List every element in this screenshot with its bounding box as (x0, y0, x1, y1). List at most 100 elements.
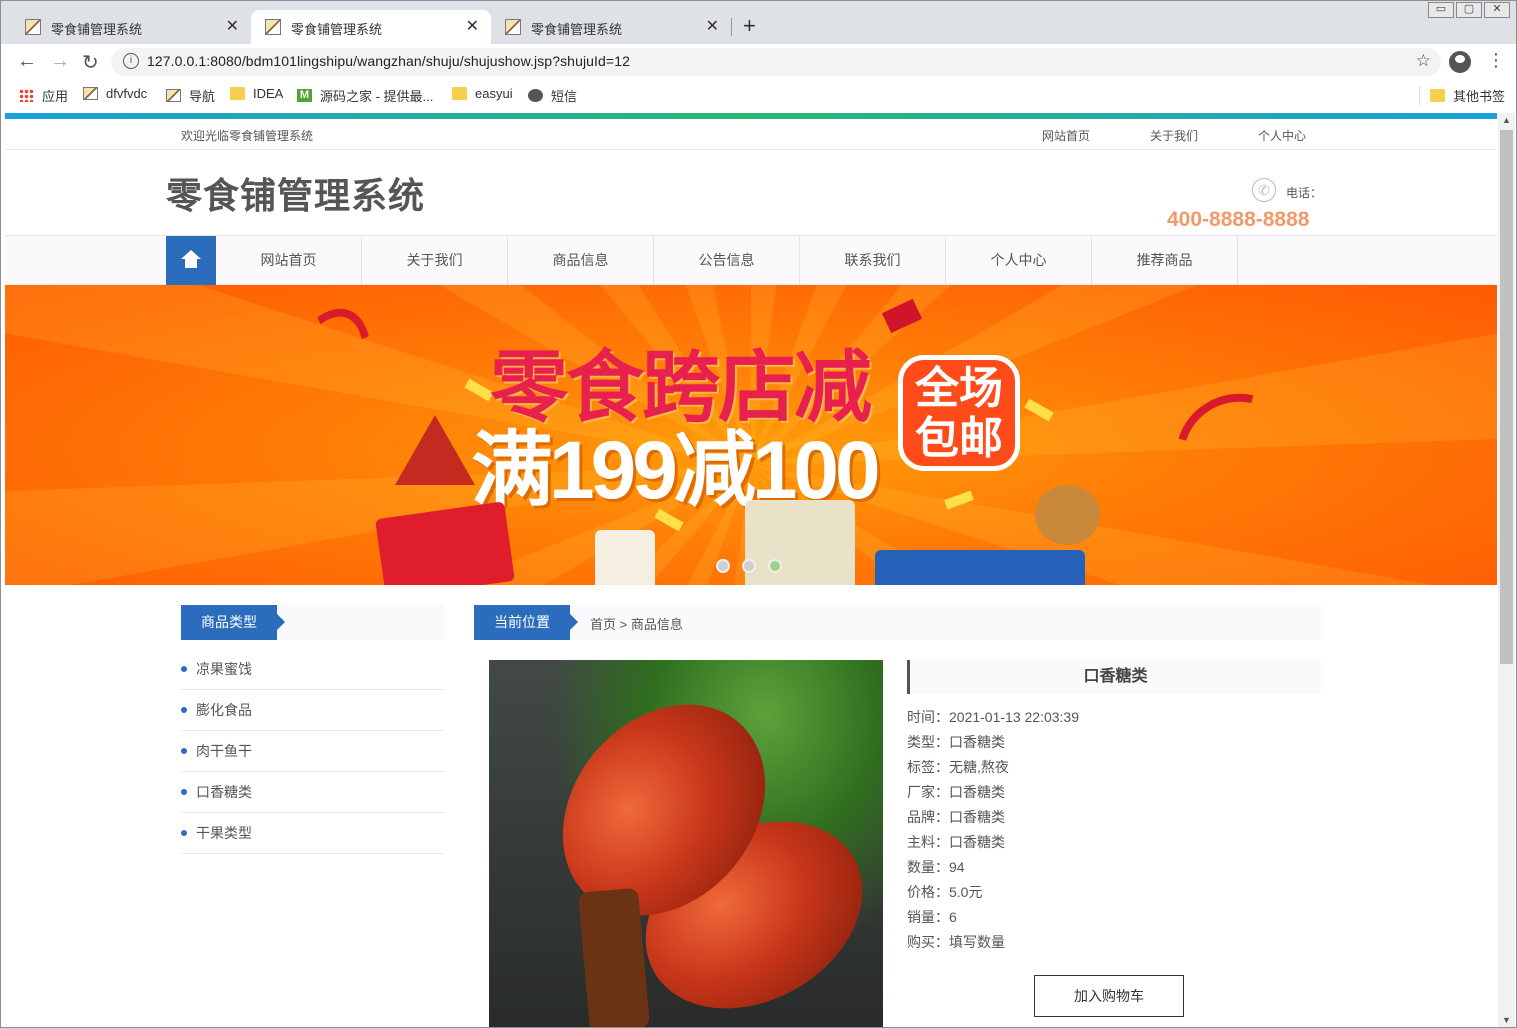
add-to-cart-button[interactable]: 加入购物车 (1034, 975, 1184, 1017)
bookmark-item[interactable]: 导航 (166, 86, 215, 105)
triangle-decoration (395, 415, 475, 485)
bookmark-apps[interactable]: 应用 (19, 86, 68, 105)
home-icon[interactable] (166, 236, 216, 285)
browser-menu-icon[interactable]: ⋮ (1487, 50, 1505, 71)
maximize-button[interactable]: ▢ (1456, 2, 1482, 18)
site-logo[interactable]: 零食铺管理系统 (166, 167, 425, 219)
breadcrumb: 当前位置 首页 > 商品信息 (474, 605, 1321, 640)
category-item[interactable]: 凉果蜜饯 (181, 649, 444, 690)
tab-title: 零食铺管理系统 (531, 22, 623, 37)
carousel-dot[interactable] (768, 559, 782, 573)
bookmark-star-icon[interactable]: ☆ (1416, 51, 1431, 71)
detail-maker: 厂家：口香糖类 (907, 784, 1005, 800)
bookmark-label: 其他书签 (1453, 89, 1506, 104)
address-bar[interactable]: i 127.0.0.1:8080/bdm101lingshipu/wangzha… (111, 48, 1441, 76)
nav-items: 网站首页 关于我们 商品信息 公告信息 联系我们 个人中心 推荐商品 (216, 236, 1238, 285)
other-bookmarks[interactable]: 其他书签 (1419, 86, 1505, 105)
scroll-down-icon[interactable]: ▼ (1502, 1015, 1511, 1025)
detail-tags: 标签：无糖,熬夜 (907, 759, 1009, 775)
minimize-button[interactable]: ▭ (1428, 2, 1454, 18)
bookmark-folder[interactable]: easyui (452, 86, 513, 101)
forward-icon[interactable]: → (50, 50, 70, 73)
carousel-dots (716, 559, 794, 573)
site-info-icon[interactable]: i (123, 53, 139, 69)
bookmark-item[interactable]: M 源码之家 - 提供最... (297, 86, 433, 105)
top-link-profile[interactable]: 个人中心 (1258, 127, 1306, 144)
detail-quantity: 数量：94 (907, 859, 965, 875)
category-title: 商品类型 (181, 605, 285, 640)
phone-icon: ✆ (1252, 178, 1276, 202)
nav-item-notices[interactable]: 公告信息 (654, 236, 800, 285)
bookmarks-bar: 应用 dfvfvdc 导航 IDEA M 源码之家 - 提供最... easyui… (1, 80, 1516, 110)
phone-label: 电话： (1286, 186, 1323, 200)
nav-item-home[interactable]: 网站首页 (216, 236, 362, 285)
browser-tab[interactable]: 零食铺管理系统 ✕ (491, 10, 732, 44)
account-avatar-icon[interactable] (1449, 51, 1471, 73)
page-favicon-icon (505, 19, 521, 35)
detail-type: 类型：口香糖类 (907, 734, 1005, 750)
scrollbar-thumb[interactable] (1500, 130, 1513, 664)
close-tab-icon[interactable]: ✕ (226, 16, 239, 36)
banner-badge: 全场包邮 (898, 355, 1020, 471)
page-favicon-icon (25, 19, 41, 35)
top-link-home[interactable]: 网站首页 (1042, 127, 1090, 144)
category-header: 商品类型 (181, 605, 444, 640)
bookmark-label: 应用 (42, 89, 69, 104)
tab-strip: 零食铺管理系统 ✕ 零食铺管理系统 ✕ 零食铺管理系统 ✕ + ▭ ▢ ✕ (1, 1, 1516, 44)
snack-package-image (875, 550, 1085, 585)
nav-item-products[interactable]: 商品信息 (508, 236, 654, 285)
snack-package-image (595, 530, 655, 585)
detail-time: 时间：2021-01-13 22:03:39 (907, 709, 1079, 725)
bookmark-label: 源码之家 - 提供最... (320, 89, 434, 104)
scroll-up-icon[interactable]: ▲ (1502, 115, 1511, 125)
browser-tab-active[interactable]: 零食铺管理系统 ✕ (251, 10, 491, 44)
bookmark-label: IDEA (253, 86, 284, 101)
carousel-dot[interactable] (742, 559, 756, 573)
promo-banner[interactable]: 零食跨店减 满199减100 全场包邮 (5, 285, 1497, 585)
reload-icon[interactable]: ↻ (82, 50, 99, 75)
breadcrumb-path[interactable]: 首页 > 商品信息 (590, 614, 683, 633)
close-tab-icon[interactable]: ✕ (706, 16, 719, 36)
nav-item-about[interactable]: 关于我们 (362, 236, 508, 285)
top-link-about[interactable]: 关于我们 (1150, 127, 1198, 144)
category-item[interactable]: 肉干鱼干 (181, 731, 444, 772)
nav-item-recommended[interactable]: 推荐商品 (1092, 236, 1238, 285)
m-favicon-icon: M (297, 89, 312, 102)
product-details: 时间：2021-01-13 22:03:39 类型：口香糖类 标签：无糖,熬夜 … (907, 705, 1079, 955)
bookmark-label: 导航 (189, 89, 216, 104)
new-tab-button[interactable]: + (743, 13, 756, 39)
main-nav: 网站首页 关于我们 商品信息 公告信息 联系我们 个人中心 推荐商品 (5, 236, 1497, 285)
back-icon[interactable]: ← (17, 50, 37, 73)
apps-grid-icon (19, 89, 34, 102)
walnut-image (1035, 485, 1100, 545)
site-header: 零食铺管理系统 ✆ 电话： 400-8888-8888 (5, 150, 1497, 236)
nav-item-profile[interactable]: 个人中心 (946, 236, 1092, 285)
bookmark-label: dfvfvdc (106, 86, 148, 101)
nav-item-contact[interactable]: 联系我们 (800, 236, 946, 285)
category-item[interactable]: 干果类型 (181, 813, 444, 854)
image-favicon-icon (166, 89, 181, 102)
browser-tab[interactable]: 零食铺管理系统 ✕ (11, 10, 252, 44)
bookmark-label: easyui (475, 86, 513, 101)
close-window-button[interactable]: ✕ (1484, 2, 1510, 18)
detail-price: 价格：5.0元 (907, 884, 983, 900)
carousel-dot[interactable] (716, 559, 730, 573)
window-controls: ▭ ▢ ✕ (1426, 2, 1510, 18)
detail-brand: 品牌：口香糖类 (907, 809, 1005, 825)
category-item[interactable]: 口香糖类 (181, 772, 444, 813)
page-favicon-icon (265, 19, 281, 35)
top-links: 网站首页 关于我们 个人中心 (1042, 127, 1366, 144)
phone-number: 400-8888-8888 (1167, 208, 1310, 231)
breadcrumb-title: 当前位置 (474, 605, 578, 640)
url-text[interactable]: 127.0.0.1:8080/bdm101lingshipu/wangzhan/… (147, 53, 630, 69)
bookmark-item[interactable]: 短信 (528, 86, 577, 105)
close-tab-icon[interactable]: ✕ (466, 16, 479, 36)
category-item[interactable]: 膨化食品 (181, 690, 444, 731)
drumstick-bone-shape (578, 887, 650, 1027)
tab-title: 零食铺管理系统 (291, 22, 383, 37)
browser-window: 零食铺管理系统 ✕ 零食铺管理系统 ✕ 零食铺管理系统 ✕ + ▭ ▢ ✕ ← … (0, 0, 1517, 1028)
bookmark-folder[interactable]: IDEA (230, 86, 283, 101)
page-scrollbar[interactable]: ▲ ▼ (1498, 113, 1515, 1027)
site-topbar: 欢迎光临零食铺管理系统 网站首页 关于我们 个人中心 (5, 119, 1497, 150)
bookmark-item[interactable]: dfvfvdc (83, 86, 147, 101)
